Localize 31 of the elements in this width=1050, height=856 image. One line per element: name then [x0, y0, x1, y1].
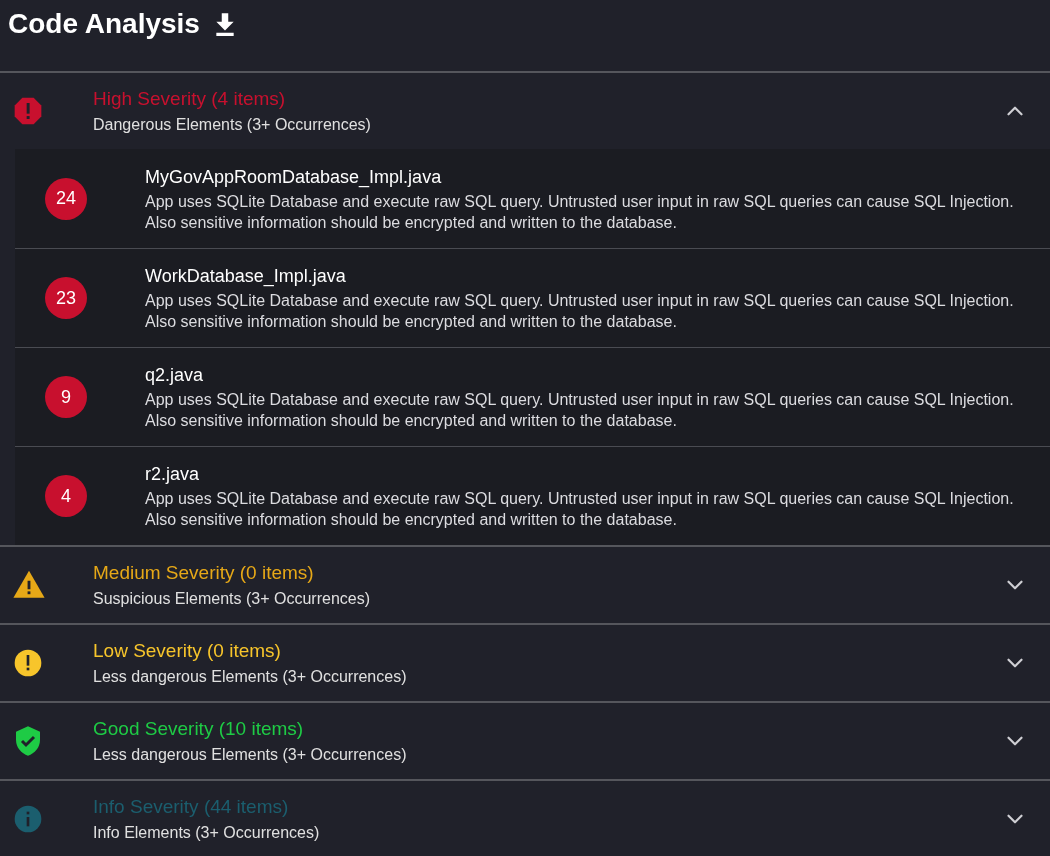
count-badge: 23: [45, 277, 87, 319]
severity-subtitle: Suspicious Elements (3+ Occurrences): [93, 589, 371, 609]
page-title: Code Analysis: [8, 7, 200, 41]
file-name: MyGovAppRoomDatabase_Impl.java: [145, 165, 443, 189]
severity-header[interactable]: High Severity (4 items) Dangerous Elements (3+ Occurrences): [0, 73, 1050, 149]
severity-header[interactable]: Info Severity (44 items) Info Elements (3+ Occurrences): [0, 781, 1050, 856]
finding-description: App uses SQLite Database and execute raw SQL query. Untrusted user input in raw SQL queries can cause SQL Injection. Also sensitive information should be encrypted and written to the database.: [145, 390, 1015, 431]
count-badge: 9: [45, 376, 87, 418]
severity-header[interactable]: Good Severity (10 items) Less dangerous Elements (3+ Occurrences): [0, 703, 1050, 779]
finding-description: App uses SQLite Database and execute raw SQL query. Untrusted user input in raw SQL queries can cause SQL Injection. Also sensitive information should be encrypted and written to the database.: [145, 191, 1015, 233]
severity-header[interactable]: Medium Severity (0 items) Suspicious Elements (3+ Occurrences): [0, 547, 1050, 623]
severity-title: High Severity (4 items): [93, 87, 287, 111]
file-name: q2.java: [145, 364, 205, 387]
exclamation-circle-icon: [12, 647, 44, 679]
info-icon: [12, 803, 44, 835]
severity-subtitle: Less dangerous Elements (3+ Occurrences): [93, 667, 408, 687]
severity-subtitle: Dangerous Elements (3+ Occurrences): [93, 115, 372, 135]
finding-description: App uses SQLite Database and execute raw SQL query. Untrusted user input in raw SQL queries can cause SQL Injection. Also sensitive information should be encrypted and written to the database.: [145, 291, 1015, 332]
severity-title: Low Severity (0 items): [93, 639, 282, 663]
severity-title: Medium Severity (0 items): [93, 561, 315, 585]
file-name: r2.java: [145, 463, 201, 486]
count-badge: 24: [45, 177, 87, 220]
severity-subtitle: Less dangerous Elements (3+ Occurrences): [93, 745, 408, 765]
severity-header[interactable]: Low Severity (0 items) Less dangerous Elements (3+ Occurrences): [0, 625, 1050, 701]
severity-subtitle: Info Elements (3+ Occurrences): [93, 823, 321, 843]
alert-octagon-icon: [12, 95, 44, 127]
severity-title: Info Severity (44 items): [93, 795, 290, 819]
finding-description: App uses SQLite Database and execute raw SQL query. Untrusted user input in raw SQL queries can cause SQL Injection. Also sensitive information should be encrypted and written to the database.: [145, 489, 1015, 530]
count-badge: 4: [45, 475, 87, 517]
severity-title: Good Severity (10 items): [93, 717, 305, 741]
file-name: WorkDatabase_Impl.java: [145, 265, 347, 288]
